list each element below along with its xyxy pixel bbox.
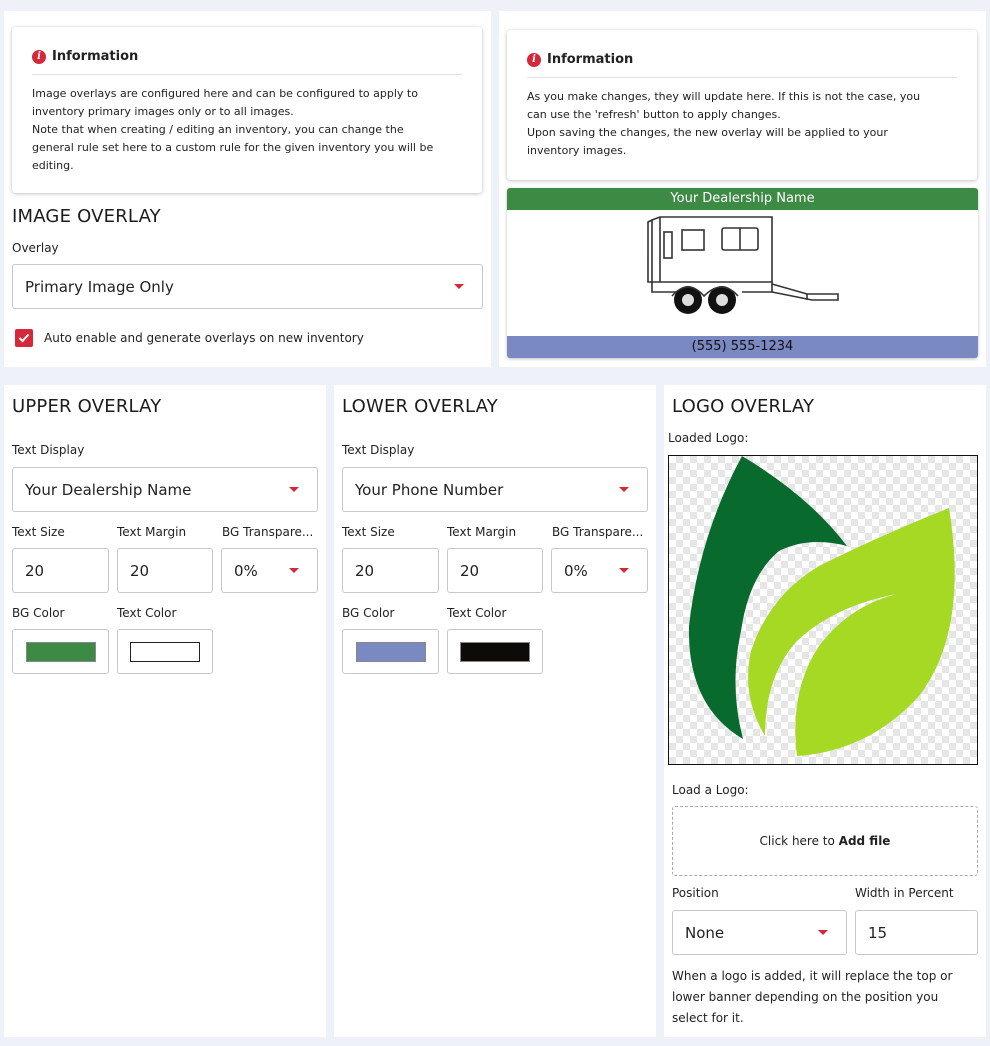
chevron-down-icon <box>289 568 299 573</box>
loaded-logo-label: Loaded Logo: <box>668 431 749 445</box>
lower-text-margin-input[interactable]: 20 <box>447 548 543 593</box>
auto-enable-label[interactable]: Auto enable and generate overlays on new… <box>44 331 364 345</box>
bg-color-label: BG Color <box>12 606 65 620</box>
info-header: i Information <box>32 49 462 75</box>
select-value: 0% <box>564 561 588 580</box>
preview-bottom-banner: (555) 555-1234 <box>507 336 978 358</box>
input-value: 20 <box>355 561 375 580</box>
select-value: 0% <box>234 561 258 580</box>
upper-overlay-heading: UPPER OVERLAY <box>12 396 162 417</box>
text-display-label: Text Display <box>342 443 415 457</box>
upper-bg-transparency-select[interactable]: 0% <box>221 548 318 593</box>
overlay-select[interactable]: Primary Image Only <box>12 264 483 309</box>
info-line: inventory primary images only or to all … <box>32 105 294 118</box>
loaded-logo-image <box>668 455 978 765</box>
help-line: When a logo is added, it will replace th… <box>672 969 953 983</box>
input-value: 20 <box>25 561 45 580</box>
info-text: As you make changes, they will update he… <box>527 88 957 160</box>
upper-text-color-picker[interactable] <box>117 629 213 674</box>
help-line: lower banner depending on the position y… <box>672 990 939 1004</box>
bg-color-label: BG Color <box>342 606 395 620</box>
chevron-down-icon <box>619 568 629 573</box>
upper-text-margin-input[interactable]: 20 <box>117 548 213 593</box>
color-swatch <box>130 641 200 662</box>
info-icon: i <box>527 52 541 67</box>
select-value: None <box>685 923 725 942</box>
chevron-down-icon <box>619 487 629 492</box>
upper-bg-color-picker[interactable] <box>12 629 109 674</box>
text-display-label: Text Display <box>12 443 85 457</box>
text-size-label: Text Size <box>12 525 65 539</box>
info-line: editing. <box>32 159 74 172</box>
lower-overlay-heading: LOWER OVERLAY <box>342 396 498 417</box>
chevron-down-icon <box>818 930 828 935</box>
overlay-preview: Your Dealership Name (555) 555-1234 <box>507 188 978 358</box>
bg-transparency-label: BG Transpare... <box>222 525 314 539</box>
bg-transparency-label: BG Transpare... <box>552 525 644 539</box>
chevron-down-icon <box>454 284 464 289</box>
lower-text-size-input[interactable]: 20 <box>342 548 439 593</box>
upper-text-display-select[interactable]: Your Dealership Name <box>12 467 318 512</box>
select-value: Your Phone Number <box>355 480 504 499</box>
color-swatch <box>460 641 530 662</box>
image-overlay-panel: i Information Image overlays are configu… <box>4 11 491 367</box>
text-color-label: Text Color <box>447 606 507 620</box>
load-logo-label: Load a Logo: <box>672 783 749 797</box>
text-margin-label: Text Margin <box>447 525 517 539</box>
overlay-label: Overlay <box>12 241 59 255</box>
width-label: Width in Percent <box>855 886 954 900</box>
upper-overlay-panel: UPPER OVERLAY Text Display Your Dealersh… <box>4 385 326 1037</box>
checkmark-icon <box>18 333 30 343</box>
logo-overlay-heading: LOGO OVERLAY <box>672 396 815 417</box>
upper-text-size-input[interactable]: 20 <box>12 548 109 593</box>
info-line: Image overlays are configured here and c… <box>32 87 418 100</box>
text-margin-label: Text Margin <box>117 525 187 539</box>
position-select[interactable]: None <box>672 910 847 955</box>
logo-overlay-panel: LOGO OVERLAY Loaded Logo: Load a Logo: C… <box>664 385 986 1037</box>
dropzone-action: Add file <box>838 834 891 848</box>
logo-help-text: When a logo is added, it will replace th… <box>672 966 952 1029</box>
chevron-down-icon <box>289 487 299 492</box>
info-line: As you make changes, they will update he… <box>527 90 921 103</box>
lower-bg-color-picker[interactable] <box>342 629 439 674</box>
info-line: general rule set here to a custom rule f… <box>32 141 434 154</box>
info-line: Upon saving the changes, the new overlay… <box>527 126 888 139</box>
input-value: 20 <box>130 561 150 580</box>
preview-info-card: i Information As you make changes, they … <box>507 30 977 180</box>
input-value: 15 <box>868 923 888 942</box>
leaf-logo-icon <box>688 456 955 756</box>
info-line: inventory images. <box>527 144 627 157</box>
select-value: Your Dealership Name <box>25 480 192 499</box>
info-text: Image overlays are configured here and c… <box>32 85 462 175</box>
text-color-label: Text Color <box>117 606 177 620</box>
input-value: 20 <box>460 561 480 580</box>
info-title: Information <box>52 49 139 64</box>
add-file-dropzone[interactable]: Click here to Add file <box>672 806 978 876</box>
text-size-label: Text Size <box>342 525 395 539</box>
dropzone-prefix: Click here to <box>759 834 839 848</box>
preview-panel: i Information As you make changes, they … <box>499 11 986 367</box>
lower-bg-transparency-select[interactable]: 0% <box>551 548 648 593</box>
info-title: Information <box>547 52 634 67</box>
help-line: select for it. <box>672 1011 744 1025</box>
position-label: Position <box>672 886 719 900</box>
trailer-image <box>647 216 839 314</box>
auto-enable-checkbox[interactable] <box>15 329 33 347</box>
info-icon: i <box>32 49 46 64</box>
image-overlay-info-card: i Information Image overlays are configu… <box>12 27 482 193</box>
info-header: i Information <box>527 52 957 78</box>
lower-overlay-panel: LOWER OVERLAY Text Display Your Phone Nu… <box>334 385 656 1037</box>
lower-text-display-select[interactable]: Your Phone Number <box>342 467 648 512</box>
width-percent-input[interactable]: 15 <box>855 910 978 955</box>
lower-text-color-picker[interactable] <box>447 629 543 674</box>
preview-top-banner: Your Dealership Name <box>507 188 978 210</box>
image-overlay-heading: IMAGE OVERLAY <box>12 206 161 227</box>
info-line: can use the 'refresh' button to apply ch… <box>527 108 781 121</box>
info-line: Note that when creating / editing an inv… <box>32 123 404 136</box>
overlay-select-value: Primary Image Only <box>25 277 174 296</box>
color-swatch <box>355 641 426 662</box>
color-swatch <box>25 641 96 662</box>
